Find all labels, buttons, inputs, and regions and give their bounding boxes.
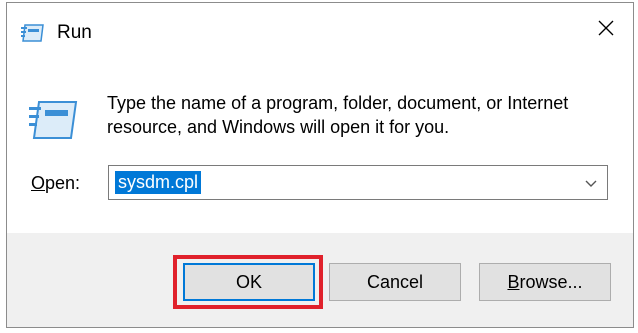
chevron-down-icon[interactable] (583, 175, 599, 191)
window-title: Run (57, 22, 92, 43)
title-bar: Run (7, 3, 633, 59)
close-icon (598, 20, 614, 41)
ok-button[interactable]: OK (183, 263, 315, 301)
open-label-text: pen: (45, 173, 81, 193)
open-input[interactable]: sysdm.cpl (115, 171, 202, 194)
open-combobox[interactable]: sysdm.cpl (108, 165, 608, 200)
dialog-footer: OK Cancel Browse... (7, 233, 633, 327)
browse-accelerator: B (507, 271, 520, 292)
run-icon (29, 99, 79, 141)
dialog-message: Type the name of a program, folder, docu… (107, 93, 569, 137)
run-icon (21, 23, 45, 43)
browse-button[interactable]: Browse... (479, 263, 611, 301)
dialog-content: Type the name of a program, folder, docu… (7, 59, 633, 233)
open-label: Open: (31, 173, 80, 194)
cancel-button[interactable]: Cancel (329, 263, 461, 301)
close-button[interactable] (579, 3, 633, 57)
open-label-accelerator: O (31, 173, 46, 193)
browse-label: rowse... (519, 271, 583, 292)
run-dialog: Run Type the name of a program, folder, … (6, 2, 634, 328)
